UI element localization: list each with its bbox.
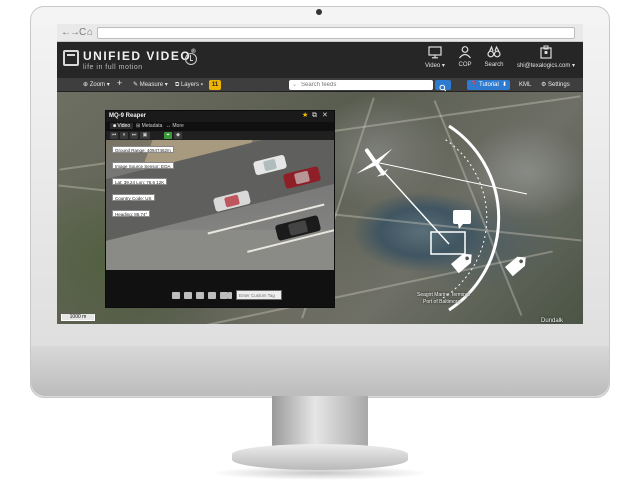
marker-button[interactable]: ◆ bbox=[174, 132, 182, 139]
map-label: Seagirt Marine Terminal bbox=[417, 292, 470, 298]
map-label: Port of Baltimore bbox=[423, 299, 461, 305]
custom-tag-input[interactable] bbox=[236, 290, 282, 300]
brand-title: UNIFIED VIDEO® bbox=[83, 49, 197, 63]
screen: ← → C ⌂ UNIFIED VIDEO® life in full moti… bbox=[57, 24, 583, 324]
telemetry-country: Country Code: US bbox=[112, 194, 155, 201]
layers-count-badge: 11 bbox=[209, 80, 221, 90]
zoom-in-button[interactable]: + bbox=[117, 78, 122, 88]
skip-back-button[interactable]: ⏮ bbox=[110, 132, 118, 139]
feed-title: MQ-9 Reaper bbox=[109, 113, 147, 119]
comment-bubble-icon[interactable] bbox=[453, 210, 471, 229]
webcam-dot bbox=[316, 9, 322, 15]
building-filter-icon[interactable] bbox=[196, 292, 204, 299]
satellite-map[interactable]: Seagirt Marine Terminal Port of Baltimor… bbox=[57, 92, 583, 324]
search-submit-button[interactable] bbox=[435, 80, 451, 92]
brand-tagline: life in full motion bbox=[83, 64, 143, 71]
sidewalk bbox=[106, 230, 334, 270]
monitor-stand-base bbox=[232, 444, 408, 470]
telemetry-heading: Heading: 86.74° bbox=[112, 210, 151, 217]
map-scale-bar: 1000 m bbox=[61, 314, 95, 321]
tab-metadata[interactable]: ⊞ Metadata bbox=[136, 123, 162, 129]
telemetry-sensor: Image Source Sensor: EOA bbox=[112, 162, 174, 169]
header-user-menu[interactable]: shi@texalogics.com ▾ bbox=[513, 45, 579, 77]
aircraft-icon[interactable] bbox=[348, 136, 402, 187]
binoculars-icon bbox=[487, 45, 501, 58]
feed-footer bbox=[106, 270, 334, 307]
measure-dropdown[interactable]: ✎ Measure ▾ bbox=[133, 80, 168, 90]
line-of-sight bbox=[374, 161, 528, 195]
playback-controls: ⏮ ⏸ ⏭ ▣ ⌖ ◆ bbox=[106, 131, 334, 140]
telemetry-ground-range: Ground Range: 40947462m bbox=[112, 146, 174, 153]
download-button[interactable]: ⬇ bbox=[499, 80, 511, 90]
tag-marker-icon[interactable] bbox=[505, 253, 530, 277]
calendar-icon[interactable] bbox=[220, 292, 228, 299]
zoom-dropdown[interactable]: ⊕ Zoom ▾ bbox=[83, 80, 110, 90]
header-cop-button[interactable]: COP bbox=[453, 45, 477, 77]
header-video-menu[interactable]: Video ▾ bbox=[421, 45, 449, 77]
video-frame[interactable]: Ground Range: 40947462m Image Source Sen… bbox=[106, 140, 334, 270]
chevron-down-icon[interactable]: ⌄ bbox=[292, 80, 297, 90]
skip-forward-button[interactable]: ⏭ bbox=[130, 132, 138, 139]
video-feed-panel[interactable]: MQ-9 Reaper ★ ⧉ ✕ ■ Video ⊞ Metadata ↔ M… bbox=[105, 110, 335, 308]
tab-video[interactable]: ■ Video bbox=[110, 123, 134, 129]
reload-icon[interactable]: C bbox=[79, 27, 86, 39]
popout-icon[interactable]: ⧉ bbox=[312, 112, 317, 120]
map-toolbar: ⊕ Zoom ▾ + ✎ Measure ▾ ⧉ Layers ▾ 11 ⌄ ❓… bbox=[57, 78, 583, 92]
user-email: shi@texalogics.com ▾ bbox=[516, 63, 576, 69]
header-video-label: Video ▾ bbox=[425, 63, 445, 69]
monitor-stand-neck bbox=[272, 396, 368, 448]
favorite-star-icon[interactable]: ★ bbox=[302, 112, 308, 120]
car-filter-icon[interactable] bbox=[184, 292, 192, 299]
header-search-label: Search bbox=[484, 62, 504, 68]
map-label: Dundalk bbox=[541, 318, 564, 324]
layers-dropdown[interactable]: ⧉ Layers ▾ bbox=[175, 80, 203, 90]
pause-button[interactable]: ⏸ bbox=[120, 132, 128, 139]
home-icon[interactable]: ⌂ bbox=[87, 27, 93, 39]
header-search-button[interactable]: Search bbox=[481, 45, 507, 77]
badge-icon bbox=[540, 45, 552, 59]
unified-video-logo-icon bbox=[63, 50, 79, 66]
address-bar[interactable] bbox=[97, 27, 575, 39]
truck-filter-icon[interactable] bbox=[172, 292, 180, 299]
search-feeds-input[interactable] bbox=[289, 80, 433, 90]
brand-name: UNIFIED VIDEO bbox=[83, 49, 192, 63]
tutorial-button[interactable]: ❓ Tutorial bbox=[467, 80, 502, 90]
telemetry-lat-lon: Lat: 39.24 Lon: 76.6 12K bbox=[112, 178, 168, 185]
monitor-chin bbox=[31, 346, 609, 396]
person-icon bbox=[459, 46, 471, 59]
settings-button[interactable]: ⚙ Settings bbox=[541, 80, 570, 90]
person-filter-icon[interactable] bbox=[208, 292, 216, 299]
feed-tabs: ■ Video ⊞ Metadata ↔ More bbox=[106, 122, 334, 131]
browser-toolbar: ← → C ⌂ bbox=[57, 24, 583, 42]
snapshot-button[interactable]: ▣ bbox=[140, 132, 150, 139]
close-icon[interactable]: ✕ bbox=[322, 112, 328, 120]
kml-button[interactable]: KML bbox=[519, 80, 531, 90]
tab-more[interactable]: ↔ More bbox=[166, 123, 184, 129]
clock-icon[interactable] bbox=[185, 53, 197, 65]
monitor-icon bbox=[428, 46, 442, 59]
app-header: UNIFIED VIDEO® life in full motion Video… bbox=[57, 42, 583, 78]
header-cop-label: COP bbox=[458, 62, 472, 68]
target-lock-button[interactable]: ⌖ bbox=[164, 132, 172, 139]
pencil-icon[interactable] bbox=[228, 292, 232, 299]
